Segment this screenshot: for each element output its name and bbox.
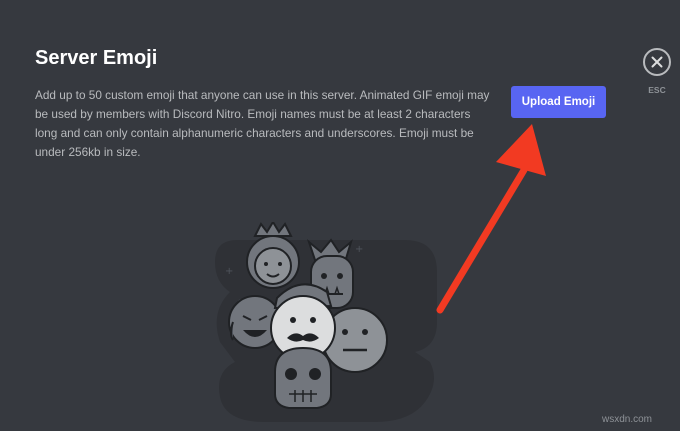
server-emoji-settings-page: Server Emoji Add up to 50 custom emoji t… bbox=[0, 0, 680, 431]
red-arrow bbox=[436, 124, 546, 314]
esc-label: ESC bbox=[648, 85, 666, 95]
page-title: Server Emoji bbox=[35, 47, 158, 69]
close-icon bbox=[651, 56, 663, 68]
svg-text:+: + bbox=[355, 244, 363, 255]
emoji-group-illustration: + + bbox=[215, 222, 437, 422]
close-button[interactable] bbox=[643, 48, 671, 76]
svg-text:+: + bbox=[225, 266, 233, 277]
watermark: wsxdn.com bbox=[602, 414, 653, 425]
